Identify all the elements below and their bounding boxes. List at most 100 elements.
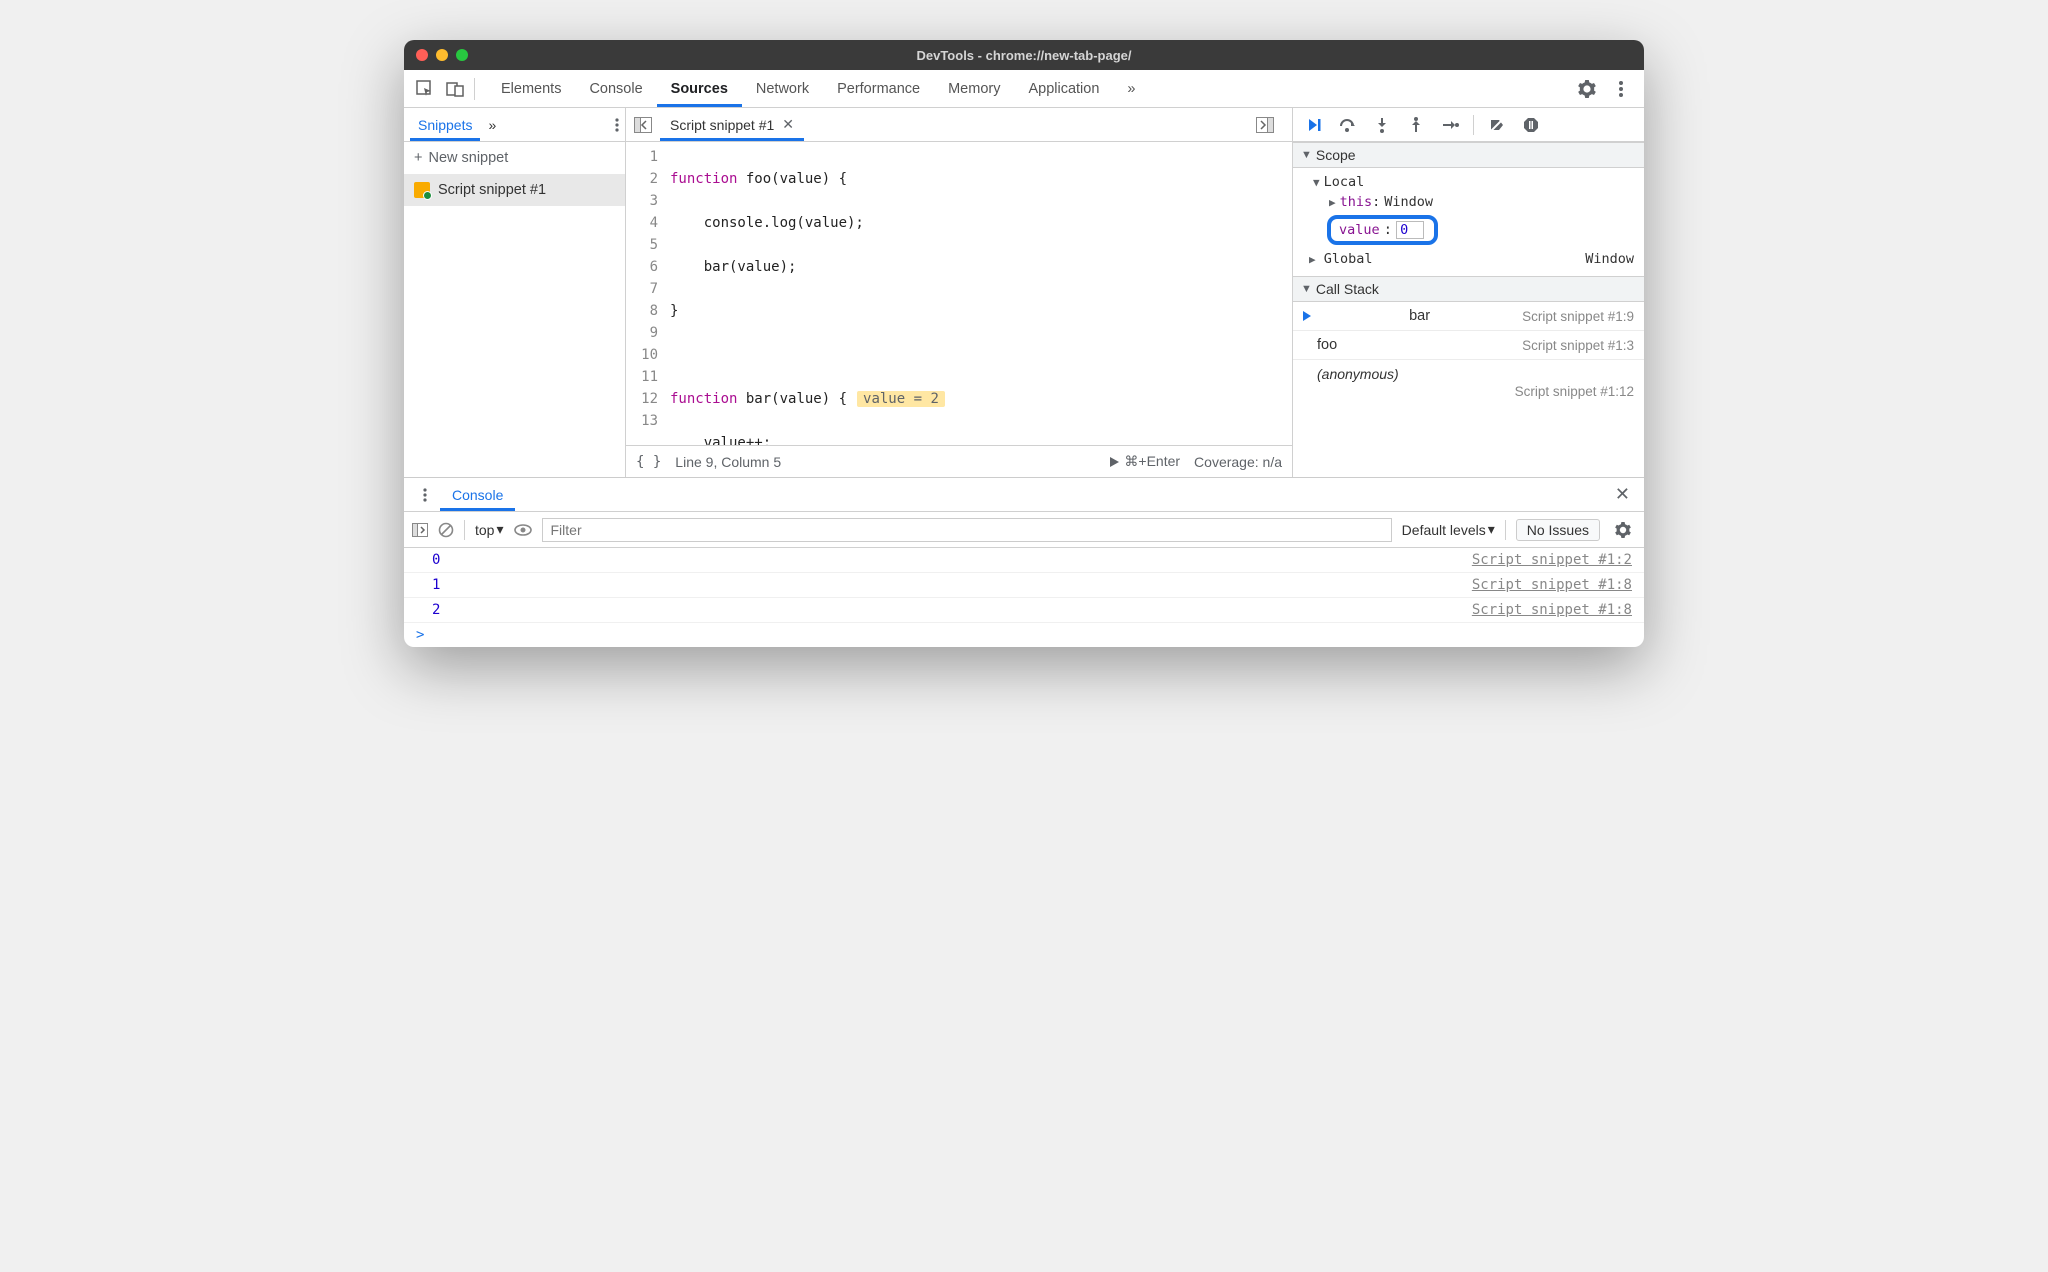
clear-console-icon[interactable] <box>438 522 454 538</box>
more-tabs-icon[interactable]: » <box>1113 70 1149 107</box>
step-into-icon[interactable] <box>1367 111 1397 139</box>
close-window-button[interactable] <box>416 49 428 61</box>
chevron-down-icon: ▾ <box>496 521 503 538</box>
inline-value-hint: value = 2 <box>857 391 945 407</box>
minimize-window-button[interactable] <box>436 49 448 61</box>
separator <box>1505 520 1506 540</box>
scope-body: ▼ Local ▶ this: Window value: ▶ Global <box>1293 168 1644 276</box>
toggle-debugger-icon[interactable] <box>1252 112 1278 138</box>
navigator-tabs: Snippets » <box>404 108 625 142</box>
pause-on-exceptions-icon[interactable] <box>1516 111 1546 139</box>
console-settings-icon[interactable] <box>1610 517 1636 543</box>
callstack-frame[interactable]: foo Script snippet #1:3 <box>1293 331 1644 360</box>
coverage-status: Coverage: n/a <box>1194 454 1282 470</box>
console-toolbar: top ▾ Default levels ▾ No Issues <box>404 512 1644 548</box>
tab-application[interactable]: Application <box>1014 70 1113 107</box>
step-out-icon[interactable] <box>1401 111 1431 139</box>
callstack-frame-location: Script snippet #1:12 <box>1293 384 1644 407</box>
drawer-tabs: Console ✕ <box>404 478 1644 512</box>
live-expression-icon[interactable] <box>514 523 532 537</box>
tab-memory[interactable]: Memory <box>934 70 1014 107</box>
run-snippet-button[interactable]: ⌘+Enter <box>1108 453 1180 470</box>
device-mode-icon[interactable] <box>440 74 470 104</box>
new-snippet-button[interactable]: + New snippet <box>404 142 625 174</box>
snippet-item[interactable]: Script snippet #1 <box>404 174 625 206</box>
snippet-item-label: Script snippet #1 <box>438 182 546 198</box>
drawer-tab-console[interactable]: Console <box>440 478 515 511</box>
panel-tabs: Elements Console Sources Network Perform… <box>487 70 1574 107</box>
traffic-lights <box>404 49 468 61</box>
navigator-menu-icon[interactable] <box>615 118 619 132</box>
tab-sources[interactable]: Sources <box>657 70 742 107</box>
new-snippet-label: New snippet <box>428 150 508 166</box>
disclosure-triangle-icon: ▼ <box>1301 283 1312 295</box>
context-selector[interactable]: top ▾ <box>475 521 504 538</box>
callstack-frame[interactable]: (anonymous) <box>1293 360 1644 384</box>
disclosure-triangle-icon: ▶ <box>1329 196 1336 209</box>
tab-performance[interactable]: Performance <box>823 70 934 107</box>
step-icon[interactable] <box>1435 111 1465 139</box>
close-tab-icon[interactable]: ✕ <box>782 116 794 133</box>
console-output: 0 Script snippet #1:2 1 Script snippet #… <box>404 548 1644 647</box>
log-levels-selector[interactable]: Default levels ▾ <box>1402 521 1495 538</box>
chevron-down-icon: ▾ <box>1488 521 1495 538</box>
editor-pane: Script snippet #1 ✕ 12345678910111213 fu… <box>626 108 1292 477</box>
issues-button[interactable]: No Issues <box>1516 519 1600 541</box>
close-drawer-icon[interactable]: ✕ <box>1607 484 1638 505</box>
message-source-link[interactable]: Script snippet #1:8 <box>1472 577 1632 593</box>
debugger-pane: ▼ Scope ▼ Local ▶ this: Window value: <box>1292 108 1644 477</box>
drawer-menu-icon[interactable] <box>410 480 440 510</box>
tab-network[interactable]: Network <box>742 70 823 107</box>
message-source-link[interactable]: Script snippet #1:2 <box>1472 552 1632 568</box>
scope-global-row[interactable]: ▶ Global Window <box>1301 248 1644 270</box>
maximize-window-button[interactable] <box>456 49 468 61</box>
callstack-header[interactable]: ▼ Call Stack <box>1293 276 1644 302</box>
plus-icon: + <box>414 150 422 166</box>
show-console-sidebar-icon[interactable] <box>412 523 428 537</box>
editor-tab-label: Script snippet #1 <box>670 117 774 133</box>
inspect-element-icon[interactable] <box>410 74 440 104</box>
disclosure-triangle-icon: ▼ <box>1313 176 1320 189</box>
value-edit-input[interactable] <box>1396 221 1424 239</box>
step-over-icon[interactable] <box>1333 111 1363 139</box>
console-prompt[interactable]: > <box>404 623 1644 647</box>
more-options-icon[interactable] <box>1608 76 1634 102</box>
code-content: function foo(value) { console.log(value)… <box>666 146 1292 445</box>
editor-tab[interactable]: Script snippet #1 ✕ <box>660 108 804 141</box>
callstack-frame[interactable]: bar Script snippet #1:9 <box>1293 302 1644 331</box>
console-message: 1 Script snippet #1:8 <box>404 573 1644 598</box>
scope-this-row[interactable]: ▶ this: Window <box>1301 192 1644 212</box>
cursor-position: Line 9, Column 5 <box>675 454 781 470</box>
console-message: 2 Script snippet #1:8 <box>404 598 1644 623</box>
console-drawer: Console ✕ top ▾ Default levels ▾ <box>404 478 1644 647</box>
navigator-more-tabs-icon[interactable]: » <box>480 108 504 141</box>
chevron-right-icon: > <box>416 627 424 643</box>
toolbar-right <box>1574 76 1638 102</box>
deactivate-breakpoints-icon[interactable] <box>1482 111 1512 139</box>
scope-header[interactable]: ▼ Scope <box>1293 142 1644 168</box>
disclosure-triangle-icon: ▶ <box>1309 253 1316 266</box>
toggle-navigator-icon[interactable] <box>630 112 656 138</box>
line-gutter: 12345678910111213 <box>626 146 666 445</box>
main-toolbar: Elements Console Sources Network Perform… <box>404 70 1644 108</box>
scope-local-header[interactable]: ▼ Local <box>1301 172 1644 192</box>
resume-button[interactable] <box>1299 111 1329 139</box>
separator <box>1473 115 1474 135</box>
tab-elements[interactable]: Elements <box>487 70 575 107</box>
editor-status-bar: { } Line 9, Column 5 ⌘+Enter Coverage: n… <box>626 445 1292 477</box>
disclosure-triangle-icon: ▼ <box>1301 149 1312 161</box>
code-editor[interactable]: 12345678910111213 function foo(value) { … <box>626 142 1292 445</box>
tab-snippets[interactable]: Snippets <box>410 108 480 141</box>
console-filter-input[interactable] <box>542 518 1392 542</box>
value-edit-highlight: value: <box>1327 215 1438 245</box>
devtools-window: DevTools - chrome://new-tab-page/ Elemen… <box>404 40 1644 647</box>
tab-console[interactable]: Console <box>575 70 656 107</box>
callstack-list: bar Script snippet #1:9 foo Script snipp… <box>1293 302 1644 407</box>
window-title: DevTools - chrome://new-tab-page/ <box>404 48 1644 63</box>
editor-tabs: Script snippet #1 ✕ <box>626 108 1292 142</box>
settings-gear-icon[interactable] <box>1574 76 1600 102</box>
console-message: 0 Script snippet #1:2 <box>404 548 1644 573</box>
sources-main: Snippets » + New snippet Script snippet … <box>404 108 1644 478</box>
message-source-link[interactable]: Script snippet #1:8 <box>1472 602 1632 618</box>
pretty-print-icon[interactable]: { } <box>636 454 661 470</box>
